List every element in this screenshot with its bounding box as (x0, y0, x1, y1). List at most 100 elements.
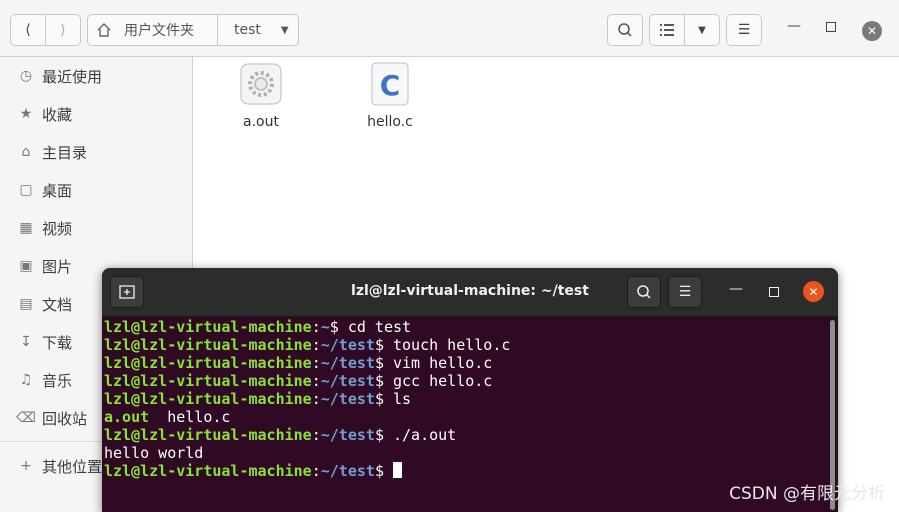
prompt-path: ~ (320, 318, 330, 336)
music-icon: ♫ (19, 372, 33, 388)
sidebar-item-label: 收藏 (42, 105, 73, 124)
terminal-window: lzl@lzl-virtual-machine: ~/test ☰ — ✕ lz… (102, 268, 838, 512)
terminal-minimize-button[interactable]: — (729, 281, 743, 297)
sidebar-item-home[interactable]: ⌂ 主目录 (0, 133, 192, 171)
terminal-line: lzl@lzl-virtual-machine:~/test$ gcc hell… (104, 372, 493, 390)
view-list-button[interactable] (649, 14, 685, 46)
prompt-user: lzl@lzl-virtual-machine (104, 372, 312, 390)
prompt-path: ~/test (320, 336, 375, 354)
search-button[interactable] (607, 14, 643, 46)
file-name: a.out (243, 114, 279, 130)
dropdown-arrow-icon: ▼ (280, 24, 289, 36)
executable-file-name: a.out (104, 408, 150, 426)
sidebar-item-label: 主目录 (42, 143, 88, 162)
terminal-line: lzl@lzl-virtual-machine:~/test$ (104, 462, 824, 480)
video-icon: ▦ (19, 220, 33, 236)
prompt-path: ~/test (320, 390, 375, 408)
prompt-user: lzl@lzl-virtual-machine (104, 462, 312, 480)
back-button[interactable]: ⟨ (10, 14, 46, 46)
sidebar-item-label: 桌面 (42, 181, 73, 200)
sidebar-item-starred[interactable]: ★ 收藏 (0, 95, 192, 133)
picture-icon: ▣ (19, 258, 33, 274)
command-text: vim hello.c (383, 354, 493, 372)
terminal-output[interactable]: lzl@lzl-virtual-machine:~$ cd test lzl@l… (104, 318, 824, 512)
sidebar-item-label: 音乐 (42, 371, 73, 390)
command-text: gcc hello.c (383, 372, 493, 390)
sidebar-item-label: 图片 (42, 257, 73, 276)
search-icon (618, 23, 632, 37)
trash-icon: ⌫ (16, 410, 36, 426)
prompt-path: ~/test (320, 462, 375, 480)
terminal-menu-button[interactable]: ☰ (668, 276, 702, 308)
home-icon (97, 23, 111, 37)
prompt-user: lzl@lzl-virtual-machine (104, 336, 312, 354)
desktop-icon: ▢ (19, 182, 33, 198)
hamburger-icon: ☰ (737, 22, 751, 38)
plus-icon: + (20, 458, 32, 474)
command-text: touch hello.c (383, 336, 511, 354)
prompt-path: ~/test (320, 426, 375, 444)
path-bar: 用户文件夹 test ▼ (87, 14, 299, 46)
terminal-line: lzl@lzl-virtual-machine:~$ cd test (104, 318, 412, 336)
prompt-user: lzl@lzl-virtual-machine (104, 318, 312, 336)
sidebar-item-label: 回收站 (42, 409, 88, 428)
terminal-close-button[interactable]: ✕ (803, 281, 824, 302)
terminal-header: lzl@lzl-virtual-machine: ~/test ☰ — ✕ (102, 268, 838, 317)
sidebar-item-videos[interactable]: ▦ 视频 (0, 209, 192, 247)
terminal-line: lzl@lzl-virtual-machine:~/test$ ls (104, 390, 412, 408)
output-text: hello.c (149, 408, 231, 426)
command-text: ls (383, 390, 412, 408)
terminal-line: hello world (104, 444, 824, 462)
prompt-user: lzl@lzl-virtual-machine (104, 354, 312, 372)
close-icon: ✕ (808, 284, 819, 299)
chevron-left-icon: ⟨ (25, 22, 31, 38)
output-text: hello world (104, 444, 204, 462)
chevron-down-icon: ▼ (698, 24, 706, 36)
file-name: hello.c (367, 114, 413, 130)
path-current-label: test (234, 22, 261, 38)
list-view-icon (660, 24, 674, 36)
path-current-segment[interactable]: test ▼ (218, 15, 298, 45)
svg-text:C: C (380, 69, 401, 102)
prompt-path: ~/test (320, 354, 375, 372)
terminal-line: a.out hello.c (104, 408, 824, 426)
terminal-line: lzl@lzl-virtual-machine:~/test$ touch he… (104, 336, 511, 354)
star-icon: ★ (19, 106, 33, 122)
view-options-button[interactable]: ▼ (684, 14, 720, 46)
terminal-search-button[interactable] (627, 276, 661, 308)
forward-button[interactable]: ⟩ (45, 14, 81, 46)
download-icon: ↧ (20, 334, 32, 350)
maximize-button[interactable] (826, 22, 836, 32)
sidebar-item-label: 文档 (42, 295, 73, 314)
terminal-maximize-button[interactable] (769, 287, 779, 297)
path-home-segment[interactable]: 用户文件夹 (88, 15, 218, 45)
command-text: cd test (338, 318, 412, 336)
chevron-right-icon: ⟩ (60, 22, 66, 38)
terminal-title: lzl@lzl-virtual-machine: ~/test (351, 283, 589, 299)
sidebar-item-desktop[interactable]: ▢ 桌面 (0, 171, 192, 209)
path-home-label: 用户文件夹 (124, 23, 194, 39)
close-button[interactable]: ✕ (862, 21, 882, 41)
prompt-user: lzl@lzl-virtual-machine (104, 426, 312, 444)
menu-button[interactable]: ☰ (726, 14, 762, 46)
sidebar-item-label: 其他位置 (42, 457, 103, 476)
file-manager-header: ⟨ ⟩ 用户文件夹 test ▼ ▼ ☰ — ✕ (0, 0, 899, 57)
sidebar-item-label: 下载 (42, 333, 73, 352)
document-icon: ▤ (19, 296, 33, 312)
minimize-button[interactable]: — (787, 18, 801, 34)
file-item-hello-c[interactable]: C hello.c (345, 62, 435, 130)
close-icon: ✕ (866, 24, 878, 38)
terminal-line: lzl@lzl-virtual-machine:~/test$ ./a.out (104, 426, 457, 444)
terminal-line: lzl@lzl-virtual-machine:~/test$ vim hell… (104, 354, 493, 372)
hamburger-icon: ☰ (678, 284, 692, 300)
text-cursor (393, 462, 402, 478)
command-text: ./a.out (383, 426, 457, 444)
command-text (384, 462, 393, 480)
prompt-path: ~/test (320, 372, 375, 390)
search-icon (637, 285, 651, 299)
clock-icon: ◷ (19, 68, 33, 84)
sidebar-item-label: 视频 (42, 219, 73, 238)
sidebar-item-recent[interactable]: ◷ 最近使用 (0, 57, 192, 95)
sidebar-item-label: 最近使用 (42, 67, 103, 86)
file-item-a-out[interactable]: a.out (216, 62, 306, 130)
